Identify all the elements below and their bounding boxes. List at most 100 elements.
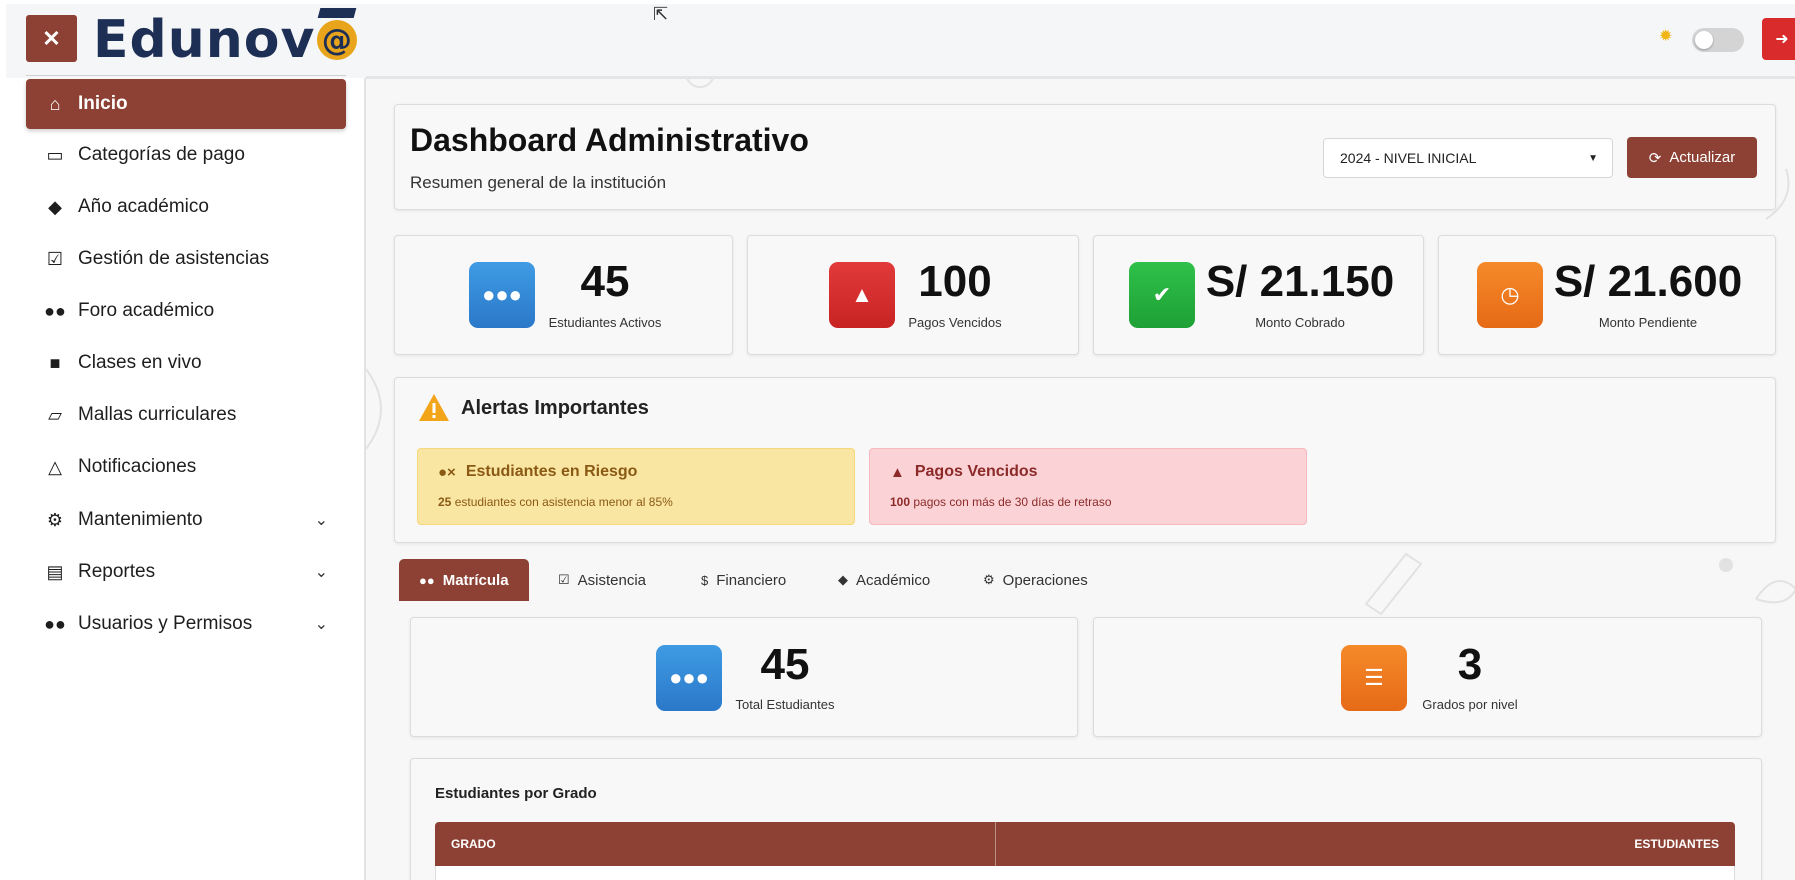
alert-description: estudiantes con asistencia menor al 85% [451, 495, 673, 509]
sidebar-item-mallas-curriculares[interactable]: ▱ Mallas curriculares [26, 390, 346, 440]
cogs-icon: ⚙ [983, 572, 995, 587]
stat-value: S/ 21.150 [1205, 257, 1395, 306]
sidebar-item-label: Año académico [78, 196, 209, 217]
users-icon: ●●● [656, 645, 722, 711]
column-divider [995, 822, 996, 866]
caret-down-icon: ▼ [1588, 152, 1598, 164]
refresh-label: Actualizar [1669, 149, 1736, 166]
alerts-title: Alertas Importantes [461, 397, 649, 419]
cogs-icon: ⚙ [46, 509, 64, 530]
logo-at-icon: @ [317, 8, 358, 60]
check-circle-icon: ✔ [1129, 262, 1195, 328]
page-subtitle: Resumen general de la institución [410, 173, 667, 192]
graduation-cap-icon: ◆ [838, 572, 848, 587]
tab-label: Matrícula [442, 571, 509, 589]
header-divider [366, 76, 1795, 79]
sidebar-item-usuarios-permisos[interactable]: ●● Usuarios y Permisos ⌄ [26, 599, 346, 649]
logo-text: Edunov [93, 10, 316, 70]
tab-operaciones[interactable]: ⚙ Operaciones [963, 559, 1108, 601]
refresh-icon: ⟳ [1648, 149, 1662, 167]
app-logo: Edunov @ [93, 8, 358, 70]
stat-label: Total Estudiantes [735, 697, 835, 712]
alert-title: Pagos Vencidos [914, 463, 1038, 480]
dollar-icon: $ [701, 572, 709, 588]
sidebar-item-label: Clases en vivo [78, 352, 202, 373]
sidebar-item-clases-en-vivo[interactable]: ■ Clases en vivo [26, 338, 346, 388]
tab-label: Académico [856, 571, 931, 589]
folder-open-icon: ▱ [48, 404, 62, 425]
stat-value: 100 [918, 257, 992, 306]
logout-button[interactable]: ➜ [1762, 18, 1795, 60]
sidebar-item-gestion-asistencias[interactable]: ☑ Gestión de asistencias [26, 234, 346, 284]
alert-estudiantes-riesgo: ●× Estudiantes en Riesgo 25 estudiantes c… [417, 448, 855, 525]
stat-value: 45 [580, 257, 630, 306]
alert-count: 25 [438, 495, 452, 509]
sign-out-icon: ➜ [1775, 31, 1789, 48]
page-title: Dashboard Administrativo [410, 122, 809, 158]
sidebar-item-label: Mallas curriculares [78, 404, 237, 425]
sidebar-item-label: Usuarios y Permisos [78, 613, 253, 634]
users-icon: ●● [44, 300, 66, 321]
users-icon: ●●● [469, 262, 535, 328]
sidebar-item-label: Gestión de asistencias [78, 248, 270, 269]
users-icon: ●● [44, 613, 66, 634]
mouse-cursor-icon: ⇱ [653, 4, 669, 24]
table-row [435, 866, 1735, 880]
toggle-knob [1695, 31, 1713, 49]
tab-matricula[interactable]: ●● Matrícula [399, 559, 529, 601]
stat-label: Monto Pendiente [1598, 315, 1698, 330]
sidebar-item-reportes[interactable]: ▤ Reportes ⌄ [26, 547, 346, 597]
sidebar-item-notificaciones[interactable]: △ Notificaciones [26, 442, 346, 492]
home-icon: ⌂ [49, 93, 61, 114]
clock-icon: ◷ [1477, 262, 1543, 328]
file-text-icon: ▤ [46, 561, 64, 582]
sidebar-item-foro-academico[interactable]: ●● Foro académico [26, 286, 346, 336]
calendar-check-icon: ☑ [558, 572, 570, 587]
sidebar-item-label: Inicio [78, 93, 128, 114]
theme-toggle[interactable] [1692, 28, 1744, 52]
tab-label: Asistencia [577, 571, 647, 589]
calendar-check-icon: ☑ [46, 248, 64, 269]
select-value: 2024 - NIVEL INICIAL [1340, 150, 1477, 166]
column-header-estudiantes[interactable]: ESTUDIANTES [1634, 822, 1719, 866]
chevron-down-icon: ⌄ [314, 616, 328, 633]
table-header: GRADO ESTUDIANTES [435, 822, 1735, 866]
user-times-icon: ●× [438, 463, 456, 481]
list-icon: ☰ [1341, 645, 1407, 711]
bell-icon: △ [48, 456, 62, 477]
sidebar-item-inicio[interactable]: ⌂ Inicio [26, 79, 346, 129]
tab-label: Operaciones [1002, 571, 1088, 589]
stat-value: 45 [760, 640, 810, 689]
money-bill-icon: ▭ [46, 144, 64, 165]
chevron-down-icon: ⌄ [314, 564, 328, 581]
warning-icon [419, 394, 449, 421]
tab-asistencia[interactable]: ☑ Asistencia [538, 559, 666, 601]
chevron-down-icon: ⌄ [314, 512, 328, 529]
sidebar-divider [26, 75, 346, 76]
sidebar-item-label: Notificaciones [78, 456, 197, 477]
close-sidebar-button[interactable]: ✕ [26, 15, 77, 62]
graduation-cap-icon: ◆ [48, 196, 62, 217]
table-title: Estudiantes por Grado [435, 785, 597, 802]
alert-count: 100 [890, 495, 911, 509]
sidebar-item-label: Mantenimiento [78, 509, 203, 530]
refresh-button[interactable]: ⟳ Actualizar [1627, 137, 1757, 178]
sidebar-item-categorias-pago[interactable]: ▭ Categorías de pago [26, 130, 346, 180]
stat-label: Monto Cobrado [1255, 315, 1345, 330]
stat-value: 3 [1457, 640, 1483, 689]
stat-value: S/ 21.600 [1553, 257, 1743, 306]
sidebar-item-label: Reportes [78, 561, 156, 582]
stat-label: Grados por nivel [1422, 697, 1518, 712]
sidebar-item-ano-academico[interactable]: ◆ Año académico [26, 182, 346, 232]
warning-icon: ▲ [829, 262, 895, 328]
column-header-grado[interactable]: GRADO [451, 822, 496, 866]
tab-academico[interactable]: ◆ Académico [818, 559, 950, 601]
sidebar-item-mantenimiento[interactable]: ⚙ Mantenimiento ⌄ [26, 495, 346, 545]
tab-label: Financiero [716, 571, 787, 589]
sun-icon: ✹ [1659, 28, 1673, 45]
alert-title: Estudiantes en Riesgo [465, 463, 638, 480]
users-icon: ●● [419, 572, 435, 588]
academic-year-select[interactable]: 2024 - NIVEL INICIAL ▼ [1323, 138, 1613, 178]
tab-financiero[interactable]: $ Financiero [681, 559, 806, 601]
sidebar-item-label: Foro académico [78, 300, 215, 321]
